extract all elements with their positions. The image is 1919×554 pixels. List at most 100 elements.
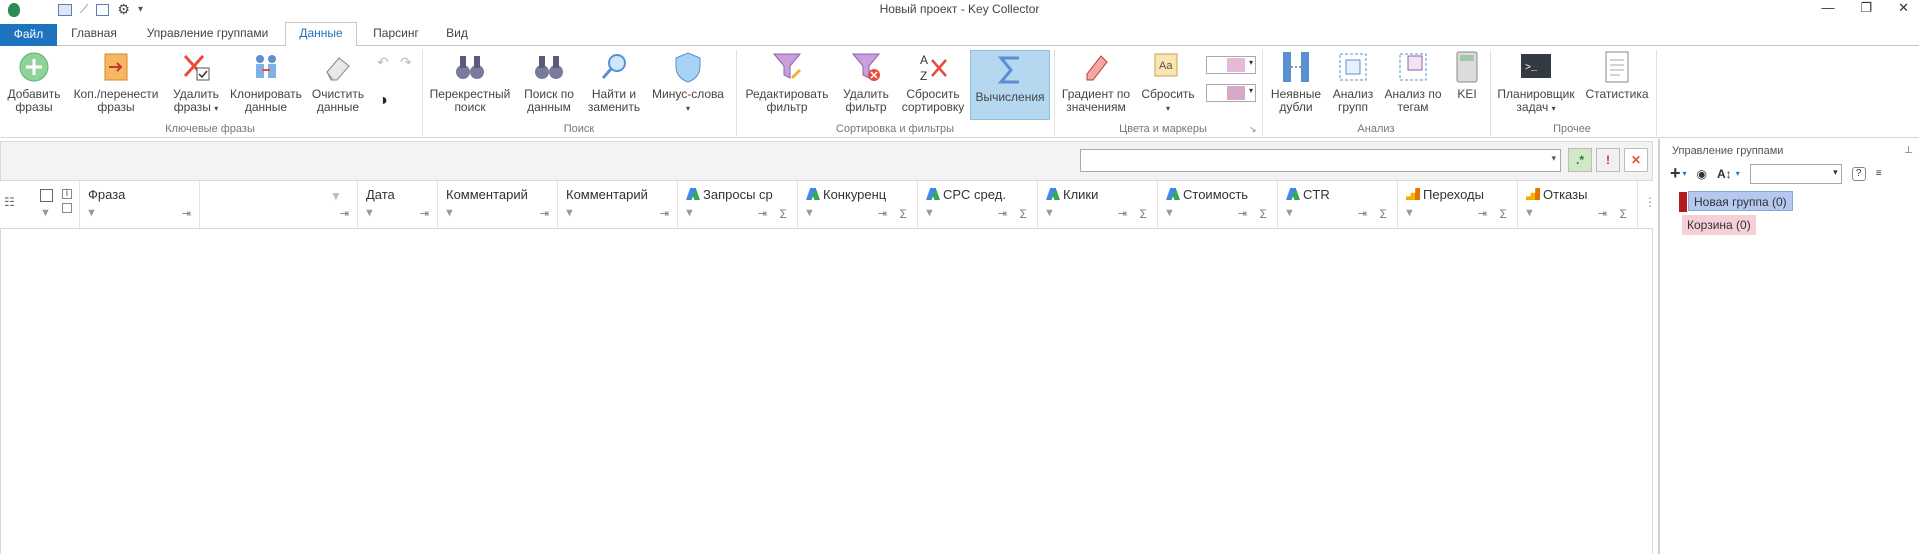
pin-icon[interactable]: ⇥: [1118, 207, 1127, 220]
column-bounces[interactable]: Отказы ▼ ⇥ Σ: [1518, 181, 1638, 229]
column-visits[interactable]: Переходы ▼ ⇥ Σ: [1398, 181, 1518, 229]
filter-icon[interactable]: ▼: [330, 189, 342, 203]
sigma-icon[interactable]: Σ: [1620, 207, 1627, 221]
filter-icon[interactable]: ▼: [1044, 207, 1055, 219]
chevron-down-icon[interactable]: ▾: [1551, 153, 1556, 164]
column-cpc[interactable]: CPC сред. ▼ ⇥ Σ: [918, 181, 1038, 229]
find-replace-button[interactable]: Найти и заменить: [586, 50, 642, 114]
sigma-icon[interactable]: Σ: [1380, 207, 1387, 221]
more-columns-icon[interactable]: ⋮: [1644, 195, 1656, 209]
gradient-button[interactable]: Градиент по значениям: [1060, 50, 1132, 114]
add-group-icon[interactable]: +: [1670, 163, 1681, 184]
group-item-trash[interactable]: Корзина (0): [1682, 215, 1756, 235]
copy-move-phrases-button[interactable]: Коп./перенести фразы: [70, 50, 162, 114]
filter-icon[interactable]: ▼: [1524, 207, 1535, 219]
clear-filter-icon[interactable]: ✕: [1624, 148, 1648, 172]
filter-icon[interactable]: ▼: [804, 207, 815, 219]
column-phrase[interactable]: Фраза ▼ ⇥: [80, 181, 200, 229]
column-blank[interactable]: ▼ ⇥: [200, 181, 358, 229]
pin-icon[interactable]: ⇥: [1238, 207, 1247, 220]
filter-icon[interactable]: ▼: [564, 207, 575, 219]
filter-icon[interactable]: ▼: [364, 207, 375, 219]
filter-icon[interactable]: ▼: [924, 207, 935, 219]
calculations-button[interactable]: Вычисления: [970, 50, 1050, 120]
help-icon[interactable]: ?: [1851, 166, 1866, 181]
filter-icon[interactable]: ▼: [684, 207, 695, 219]
restore-button[interactable]: ❐: [1860, 0, 1872, 16]
filter-icon[interactable]: ▼: [1284, 207, 1295, 219]
filter-icon[interactable]: ▼: [1164, 207, 1175, 219]
filter-icon[interactable]: ▼: [86, 207, 97, 219]
filter-icon[interactable]: ▼: [40, 207, 51, 219]
sigma-icon[interactable]: Σ: [1260, 207, 1267, 221]
exclamation-icon[interactable]: !: [1596, 148, 1620, 172]
tab-parsing[interactable]: Парсинг: [368, 23, 424, 45]
column-cost[interactable]: Стоимость ▼ ⇥ Σ: [1158, 181, 1278, 229]
sigma-icon[interactable]: Σ: [1140, 207, 1147, 221]
select-all-checkbox[interactable]: [40, 189, 53, 202]
tag-analysis-button[interactable]: Анализ по тегам: [1382, 50, 1444, 114]
pin-panel-icon[interactable]: ⊥: [1904, 145, 1913, 156]
color-marker-picker-2[interactable]: ▾: [1206, 84, 1256, 102]
minimize-button[interactable]: —: [1821, 0, 1834, 16]
filter-icon[interactable]: ▼: [444, 207, 455, 219]
sigma-icon[interactable]: Σ: [1500, 207, 1507, 221]
pin-icon[interactable]: ⇥: [1358, 207, 1367, 220]
edit-filter-button[interactable]: Редактировать фильтр: [742, 50, 832, 114]
kei-button[interactable]: KEI: [1450, 50, 1484, 101]
redo-icon[interactable]: ↷: [400, 54, 412, 71]
invert-icon[interactable]: [62, 203, 72, 213]
sort-icon[interactable]: A↕: [1717, 167, 1732, 181]
tab-view[interactable]: Вид: [442, 23, 472, 45]
sigma-icon[interactable]: Σ: [1020, 207, 1027, 221]
column-requests[interactable]: Запросы ср ▼ ⇥ Σ: [678, 181, 798, 229]
dropdown-arrow-icon[interactable]: ▾: [1736, 169, 1740, 178]
remove-filter-button[interactable]: Удалить фильтр: [838, 50, 894, 114]
pin-icon[interactable]: ⇥: [420, 207, 429, 220]
column-clicks[interactable]: Клики ▼ ⇥ Σ: [1038, 181, 1158, 229]
implicit-duplicates-button[interactable]: Неявные дубли: [1268, 50, 1324, 114]
clone-data-button[interactable]: Клонировать данные: [228, 50, 304, 114]
pin-icon[interactable]: ⇥: [340, 207, 349, 220]
reset-sort-button[interactable]: AZ Сбросить сортировку: [898, 50, 968, 114]
tab-data[interactable]: Данные: [285, 22, 357, 47]
close-button[interactable]: ✕: [1898, 0, 1909, 16]
dropdown-arrow-icon[interactable]: ▾: [1683, 169, 1687, 178]
cross-search-button[interactable]: Перекрестный поиск: [428, 50, 512, 114]
color-marker-picker-1[interactable]: ▾: [1206, 56, 1256, 74]
filter-icon[interactable]: ▼: [1404, 207, 1415, 219]
sigma-icon[interactable]: Σ: [780, 207, 787, 221]
column-ctr[interactable]: CTR ▼ ⇥ Σ: [1278, 181, 1398, 229]
dialog-launcher-icon[interactable]: ↘: [1249, 124, 1257, 135]
pin-icon[interactable]: ⇥: [660, 207, 669, 220]
minus-words-button[interactable]: Минус-слова ▾: [650, 50, 726, 115]
pin-icon[interactable]: ⇥: [1598, 207, 1607, 220]
column-chooser-icon[interactable]: ☷: [4, 195, 15, 209]
group-filter-select[interactable]: ▾: [1749, 163, 1842, 184]
phrases-grid[interactable]: [0, 229, 1653, 554]
reset-colors-button[interactable]: Aa Сбросить ▾: [1138, 50, 1198, 115]
column-comment-1[interactable]: Комментарий ▼ ⇥: [438, 181, 558, 229]
tab-home[interactable]: Главная: [68, 23, 120, 45]
statistics-button[interactable]: Статистика: [1584, 50, 1650, 101]
contrast-icon[interactable]: ◑: [378, 92, 388, 110]
pin-icon[interactable]: ⇥: [1478, 207, 1487, 220]
column-date[interactable]: Дата ▼ ⇥: [358, 181, 438, 229]
group-analysis-button[interactable]: Анализ групп: [1328, 50, 1378, 114]
eye-icon[interactable]: ◉: [1697, 167, 1707, 181]
clear-data-button[interactable]: Очистить данные: [310, 50, 366, 114]
pin-icon[interactable]: ⇥: [998, 207, 1007, 220]
sigma-icon[interactable]: Σ: [900, 207, 907, 221]
tab-group-management[interactable]: Управление группами: [140, 23, 275, 45]
options-icon[interactable]: ≡: [1876, 168, 1882, 179]
tab-file[interactable]: Файл: [0, 24, 57, 46]
pin-icon[interactable]: ⇥: [758, 207, 767, 220]
search-data-button[interactable]: Поиск по данным: [518, 50, 580, 114]
pin-icon[interactable]: ⇥: [182, 207, 191, 220]
quick-filter-input[interactable]: ▾: [1080, 149, 1561, 172]
pin-icon[interactable]: ⇥: [878, 207, 887, 220]
regex-button[interactable]: .*: [1568, 148, 1592, 172]
undo-icon[interactable]: ↶: [377, 54, 389, 71]
task-scheduler-button[interactable]: >_ Планировщик задач ▾: [1496, 50, 1576, 115]
add-phrases-button[interactable]: Добавить фразы: [4, 50, 64, 114]
